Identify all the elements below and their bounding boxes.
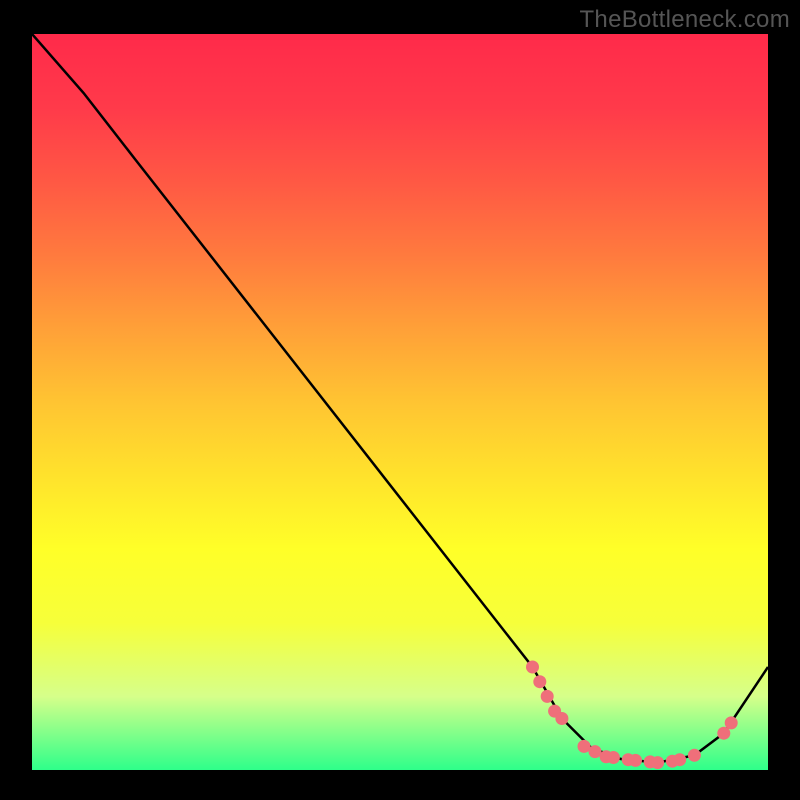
bottleneck-curve [32, 34, 768, 763]
data-point [541, 690, 554, 703]
data-point [589, 745, 602, 758]
data-point [673, 753, 686, 766]
chart-plot-area [32, 34, 768, 770]
data-point [688, 749, 701, 762]
data-point [651, 756, 664, 769]
data-point [629, 754, 642, 767]
data-point [607, 751, 620, 764]
data-point [533, 675, 546, 688]
data-point [725, 716, 738, 729]
watermark-text: TheBottleneck.com [579, 6, 790, 34]
data-markers [526, 661, 738, 770]
chart-svg [32, 34, 768, 770]
data-point [555, 712, 568, 725]
data-point [526, 661, 539, 674]
